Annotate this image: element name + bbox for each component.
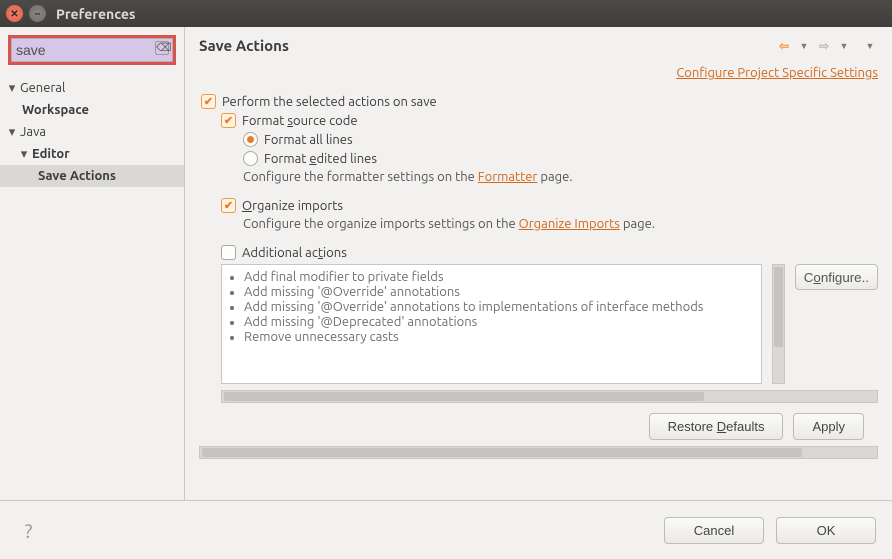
configure-additional-button[interactable]: Configure..	[795, 264, 878, 290]
project-settings-row: Configure Project Specific Settings	[199, 62, 878, 90]
organize-imports-link[interactable]: Organize Imports	[519, 217, 620, 231]
minimize-icon[interactable]: –	[29, 5, 46, 22]
format-all-row: Format all lines	[243, 132, 878, 147]
list-item: Add missing '@Deprecated' annotations	[244, 315, 755, 329]
organize-hint: Configure the organize imports settings …	[243, 217, 878, 231]
perform-on-save-checkbox[interactable]: ✔	[201, 94, 216, 109]
configure-project-specific-link[interactable]: Configure Project Specific Settings	[676, 66, 878, 80]
organize-imports-label: Organize imports	[242, 199, 343, 213]
additional-actions-label: Additional actions	[242, 246, 347, 260]
additional-actions-row: Additional actions	[221, 245, 878, 260]
forward-history-icon[interactable]: ▼	[836, 38, 852, 54]
organize-imports-row: ✔ Organize imports	[221, 198, 878, 213]
tree-item-java[interactable]: ▾ Java	[0, 121, 184, 143]
format-source-row: ✔ Format source code	[221, 113, 878, 128]
page-menu-icon[interactable]: ▼	[862, 38, 878, 54]
preferences-tree[interactable]: ▾ General Workspace ▾ Java ▾ Editor Save…	[0, 73, 184, 500]
cancel-button[interactable]: Cancel	[664, 517, 764, 544]
actions-vertical-scrollbar[interactable]	[772, 264, 785, 384]
apply-button[interactable]: Apply	[793, 413, 864, 440]
actions-horizontal-scrollbar[interactable]	[221, 390, 878, 403]
chevron-down-icon: ▾	[6, 81, 18, 96]
dialog-content: ⌫ ▾ General Workspace ▾ Java ▾ Editor	[0, 27, 892, 559]
list-item: Add missing '@Override' annotations	[244, 285, 755, 299]
organize-imports-checkbox[interactable]: ✔	[221, 198, 236, 213]
additional-actions-list: Add final modifier to private fields Add…	[221, 264, 762, 384]
page-nav: ⇦ ▼ ⇨ ▼ ▼	[776, 38, 878, 54]
format-edited-label: Format edited lines	[264, 152, 377, 166]
format-source-checkbox[interactable]: ✔	[221, 113, 236, 128]
forward-icon[interactable]: ⇨	[816, 38, 832, 54]
format-all-radio[interactable]	[243, 132, 258, 147]
tree-item-workspace[interactable]: Workspace	[0, 99, 184, 121]
page-horizontal-scrollbar[interactable]	[199, 446, 878, 459]
tree-item-general[interactable]: ▾ General	[0, 77, 184, 99]
filter-field-highlight: ⌫	[8, 35, 176, 65]
page-body: Configure Project Specific Settings ✔ Pe…	[185, 62, 892, 500]
format-edited-row: Format edited lines	[243, 151, 878, 166]
format-source-label: Format source code	[242, 114, 358, 128]
format-all-label: Format all lines	[264, 133, 353, 147]
preference-page: Save Actions ⇦ ▼ ⇨ ▼ ▼ Configure Project…	[185, 27, 892, 500]
page-button-row: Restore Defaults Apply	[199, 413, 864, 440]
perform-on-save-label: Perform the selected actions on save	[222, 95, 437, 109]
clear-filter-icon[interactable]: ⌫	[155, 41, 169, 55]
window-title: Preferences	[56, 6, 136, 22]
dialog-button-bar: ? Cancel OK	[0, 501, 892, 559]
list-item: Remove unnecessary casts	[244, 330, 755, 344]
close-icon[interactable]: ✕	[6, 5, 23, 22]
tree-item-save-actions[interactable]: Save Actions	[0, 165, 184, 187]
formatter-hint: Configure the formatter settings on the …	[243, 170, 878, 184]
additional-actions-checkbox[interactable]	[221, 245, 236, 260]
formatter-link[interactable]: Formatter	[478, 170, 538, 184]
ok-button[interactable]: OK	[776, 517, 876, 544]
list-item: Add missing '@Override' annotations to i…	[244, 300, 755, 314]
chevron-down-icon: ▾	[6, 125, 18, 140]
back-history-icon[interactable]: ▼	[796, 38, 812, 54]
back-icon[interactable]: ⇦	[776, 38, 792, 54]
tree-item-editor[interactable]: ▾ Editor	[0, 143, 184, 165]
main-split: ⌫ ▾ General Workspace ▾ Java ▾ Editor	[0, 27, 892, 501]
chevron-down-icon: ▾	[18, 147, 30, 162]
filter-input[interactable]	[11, 38, 173, 62]
page-title: Save Actions	[199, 37, 776, 54]
window-titlebar: ✕ – Preferences	[0, 0, 892, 27]
additional-actions-box: Add final modifier to private fields Add…	[221, 264, 878, 384]
page-header: Save Actions ⇦ ▼ ⇨ ▼ ▼	[185, 27, 892, 62]
help-icon[interactable]: ?	[16, 518, 41, 543]
list-item: Add final modifier to private fields	[244, 270, 755, 284]
perform-on-save-row: ✔ Perform the selected actions on save	[201, 94, 878, 109]
preferences-sidebar: ⌫ ▾ General Workspace ▾ Java ▾ Editor	[0, 27, 185, 500]
restore-defaults-button[interactable]: Restore Defaults	[649, 413, 784, 440]
format-edited-radio[interactable]	[243, 151, 258, 166]
